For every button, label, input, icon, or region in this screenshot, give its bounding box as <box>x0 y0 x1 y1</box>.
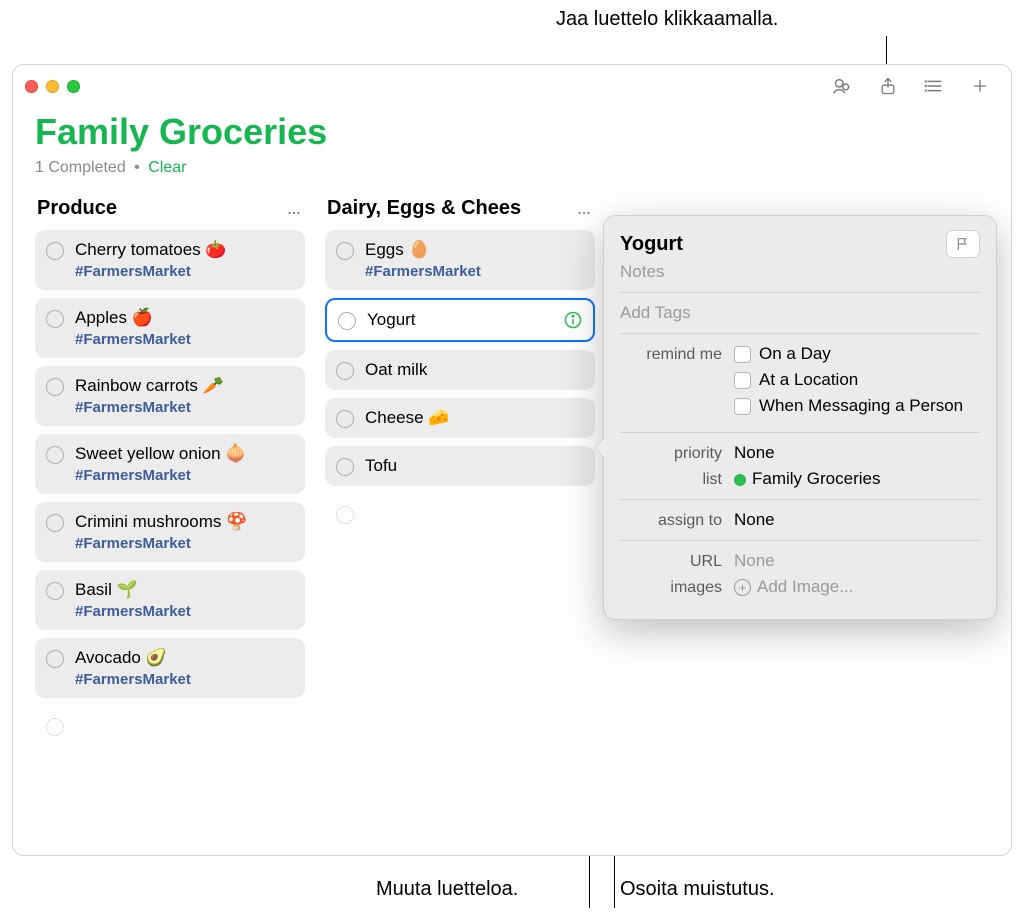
column-more-button[interactable]: … <box>577 201 593 217</box>
remind-when-messaging[interactable]: When Messaging a Person <box>734 396 980 416</box>
new-item-placeholder[interactable] <box>35 706 305 726</box>
assign-label: assign to <box>620 510 734 530</box>
item-text: Sweet yellow onion 🧅 <box>75 444 293 464</box>
view-button[interactable] <box>915 72 953 100</box>
list-item[interactable]: Cherry tomatoes 🍅 #FarmersMarket <box>35 230 305 290</box>
complete-circle-icon[interactable] <box>336 242 354 260</box>
popover-arrow <box>595 438 605 458</box>
complete-circle-icon[interactable] <box>336 458 354 476</box>
column-more-button[interactable]: … <box>287 201 303 217</box>
item-text: Avocado 🥑 <box>75 648 293 668</box>
list-label: list <box>620 469 734 489</box>
minimize-icon[interactable] <box>46 80 59 93</box>
maximize-icon[interactable] <box>67 80 80 93</box>
complete-circle-icon[interactable] <box>46 242 64 260</box>
images-label: images <box>620 577 734 597</box>
complete-circle-icon[interactable] <box>336 410 354 428</box>
remind-at-location[interactable]: At a Location <box>734 370 980 390</box>
priority-value[interactable]: None <box>734 443 980 463</box>
info-icon[interactable] <box>563 310 583 330</box>
add-image-button[interactable]: + Add Image... <box>734 577 980 597</box>
remind-on-day[interactable]: On a Day <box>734 344 980 364</box>
item-tag[interactable]: #FarmersMarket <box>75 535 293 552</box>
complete-circle-icon[interactable] <box>46 514 64 532</box>
list-item[interactable]: Avocado 🥑 #FarmersMarket <box>35 638 305 698</box>
empty-circle-icon <box>336 506 354 524</box>
list-item[interactable]: Yogurt <box>325 298 595 342</box>
traffic-lights <box>25 80 80 93</box>
app-window: Family Groceries 1 Completed • Clear Pro… <box>12 64 1012 856</box>
empty-circle-icon <box>46 718 64 736</box>
list-item[interactable]: Eggs 🥚 #FarmersMarket <box>325 230 595 290</box>
url-value[interactable]: None <box>734 551 980 571</box>
complete-circle-icon[interactable] <box>46 378 64 396</box>
list-item[interactable]: Crimini mushrooms 🍄 #FarmersMarket <box>35 502 305 562</box>
item-tag[interactable]: #FarmersMarket <box>75 671 293 688</box>
column-title: Produce <box>37 197 117 220</box>
column-dairy: Dairy, Eggs & Chees … Eggs 🥚 #FarmersMark… <box>325 193 595 734</box>
item-text: Rainbow carrots 🥕 <box>75 376 293 396</box>
list-item[interactable]: Apples 🍎 #FarmersMarket <box>35 298 305 358</box>
tags-field[interactable]: Add Tags <box>620 303 980 323</box>
complete-circle-icon[interactable] <box>336 362 354 380</box>
complete-circle-icon[interactable] <box>46 650 64 668</box>
share-button[interactable] <box>869 72 907 100</box>
list-header: Family Groceries 1 Completed • Clear <box>13 107 1011 185</box>
titlebar <box>13 65 1011 107</box>
plus-circle-icon: + <box>734 579 751 596</box>
column-produce: Produce … Cherry tomatoes 🍅 #FarmersMarke… <box>35 193 305 734</box>
item-text: Crimini mushrooms 🍄 <box>75 512 293 532</box>
item-tag[interactable]: #FarmersMarket <box>75 399 293 416</box>
reminder-details-popover: Yogurt Notes Add Tags remind me On a Day… <box>603 215 997 620</box>
item-tag[interactable]: #FarmersMarket <box>75 331 293 348</box>
list-title: Family Groceries <box>35 111 989 153</box>
complete-circle-icon[interactable] <box>46 446 64 464</box>
list-item[interactable]: Sweet yellow onion 🧅 #FarmersMarket <box>35 434 305 494</box>
complete-circle-icon[interactable] <box>338 312 356 330</box>
remind-me-label: remind me <box>620 344 734 364</box>
list-value[interactable]: Family Groceries <box>734 469 980 489</box>
callout-share: Jaa luettelo klikkaamalla. <box>556 8 778 31</box>
close-icon[interactable] <box>25 80 38 93</box>
list-item[interactable]: Basil 🌱 #FarmersMarket <box>35 570 305 630</box>
priority-label: priority <box>620 443 734 463</box>
item-text: Eggs 🥚 <box>365 240 583 260</box>
new-item-placeholder[interactable] <box>325 494 595 514</box>
item-text: Basil 🌱 <box>75 580 293 600</box>
item-text: Tofu <box>365 456 583 476</box>
column-title: Dairy, Eggs & Chees <box>327 197 521 220</box>
item-text: Cheese 🧀 <box>365 408 583 428</box>
item-tag[interactable]: #FarmersMarket <box>75 263 293 280</box>
list-subtitle: 1 Completed • Clear <box>35 159 989 177</box>
complete-circle-icon[interactable] <box>46 582 64 600</box>
callout-change-list: Muuta luetteloa. <box>376 878 518 901</box>
item-text: Cherry tomatoes 🍅 <box>75 240 293 260</box>
notes-field[interactable]: Notes <box>620 262 980 282</box>
assign-value[interactable]: None <box>734 510 980 530</box>
popover-title[interactable]: Yogurt <box>620 233 938 256</box>
item-tag[interactable]: #FarmersMarket <box>75 603 293 620</box>
item-tag[interactable]: #FarmersMarket <box>365 263 583 280</box>
completed-count: 1 Completed <box>35 159 126 176</box>
url-label: URL <box>620 551 734 571</box>
item-text: Yogurt <box>367 310 581 330</box>
item-text: Apples 🍎 <box>75 308 293 328</box>
list-item[interactable]: Tofu <box>325 446 595 486</box>
list-item[interactable]: Rainbow carrots 🥕 #FarmersMarket <box>35 366 305 426</box>
collaborate-button[interactable] <box>823 72 861 100</box>
flag-button[interactable] <box>946 230 980 258</box>
list-item[interactable]: Cheese 🧀 <box>325 398 595 438</box>
callout-assign: Osoita muistutus. <box>620 878 775 901</box>
item-text: Oat milk <box>365 360 583 380</box>
list-item[interactable]: Oat milk <box>325 350 595 390</box>
add-button[interactable] <box>961 72 999 100</box>
complete-circle-icon[interactable] <box>46 310 64 328</box>
item-tag[interactable]: #FarmersMarket <box>75 467 293 484</box>
clear-button[interactable]: Clear <box>148 159 186 176</box>
